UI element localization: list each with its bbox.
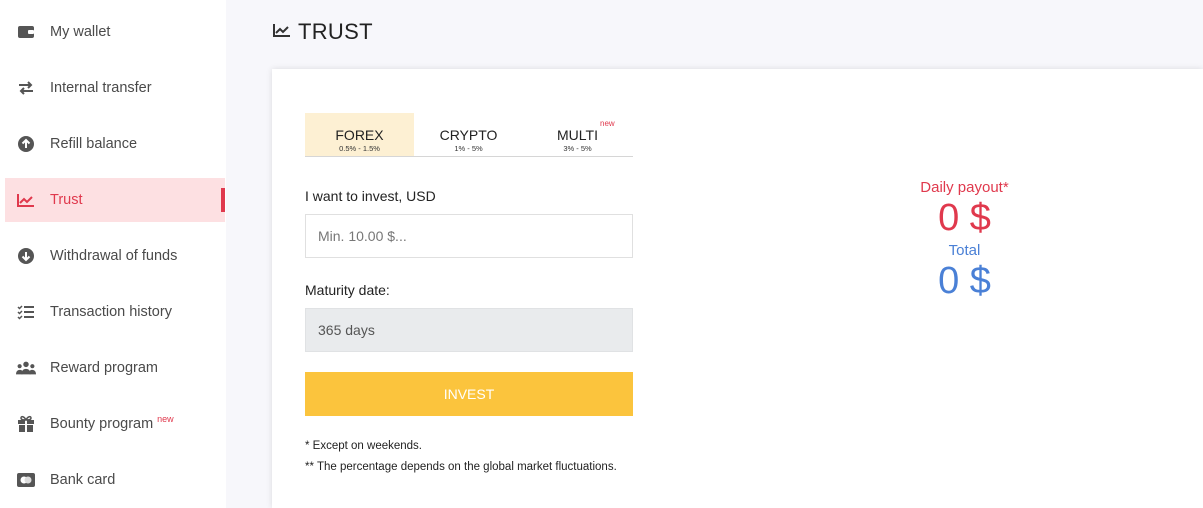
sidebar-item-bounty-program[interactable]: Bounty program new: [5, 402, 225, 446]
tab-crypto[interactable]: CRYPTO 1% - 5%: [414, 113, 523, 156]
arrow-down-circle-icon: [16, 247, 36, 265]
invest-amount-input[interactable]: [305, 214, 633, 258]
daily-payout-label: Daily payout*: [920, 179, 1009, 196]
tab-multi[interactable]: MULTI 3% - 5% new: [523, 113, 632, 156]
percentage-note: ** The percentage depends on the global …: [305, 461, 617, 473]
tab-forex[interactable]: FOREX 0.5% - 1.5%: [305, 113, 414, 156]
tab-name: CRYPTO: [439, 127, 498, 143]
sidebar-item-label: Internal transfer: [50, 80, 152, 96]
sidebar-item-bank-card[interactable]: Bank card: [5, 458, 225, 502]
sidebar-item-label: My wallet: [50, 24, 111, 40]
page-title-text: TRUST: [298, 19, 373, 44]
sidebar-item-internal-transfer[interactable]: Internal transfer: [5, 66, 225, 110]
new-badge: new: [600, 119, 615, 128]
users-icon: [16, 359, 36, 377]
payout-summary: Daily payout* 0 $ Total 0 $: [872, 179, 1057, 301]
sidebar-item-transaction-history[interactable]: Transaction history: [5, 290, 225, 334]
list-check-icon: [16, 303, 36, 321]
chart-line-icon: [272, 22, 292, 43]
sidebar-item-label: Trust: [50, 192, 83, 208]
transfer-arrows-icon: [16, 79, 36, 97]
tab-name: FOREX: [335, 127, 384, 143]
sidebar-item-label: Bank card: [50, 472, 116, 488]
sidebar-item-trust[interactable]: Trust: [5, 178, 225, 222]
sidebar-item-label: Transaction history: [50, 304, 172, 320]
invest-button[interactable]: INVEST: [305, 372, 633, 416]
sidebar-item-my-wallet[interactable]: My wallet: [5, 10, 225, 54]
total-label: Total: [948, 242, 981, 259]
sidebar-item-withdrawal[interactable]: Withdrawal of funds: [5, 234, 225, 278]
tab-range: 0.5% - 1.5%: [339, 144, 380, 153]
gift-icon: [16, 415, 36, 433]
card-icon: [16, 471, 36, 489]
arrow-up-circle-icon: [16, 135, 36, 153]
plan-tabs: FOREX 0.5% - 1.5% CRYPTO 1% - 5% MULTI 3…: [305, 113, 633, 157]
sidebar-item-reward-program[interactable]: Reward program: [5, 346, 225, 390]
sidebar-item-label: Refill balance: [50, 136, 138, 152]
trust-card: FOREX 0.5% - 1.5% CRYPTO 1% - 5% MULTI 3…: [272, 69, 1203, 508]
sidebar-item-refill-balance[interactable]: Refill balance: [5, 122, 225, 166]
daily-payout-value: 0 $: [938, 197, 991, 239]
sidebar-item-label: Bounty program new: [50, 414, 174, 432]
total-value: 0 $: [938, 260, 991, 302]
page-title: TRUST: [272, 19, 373, 45]
wallet-icon: [16, 23, 36, 41]
invest-amount-label: I want to invest, USD: [305, 188, 436, 204]
tab-name: MULTI: [557, 127, 598, 143]
maturity-date-label: Maturity date:: [305, 282, 390, 298]
new-badge: new: [157, 414, 174, 424]
tab-range: 3% - 5%: [563, 144, 592, 153]
chart-line-icon: [16, 191, 36, 209]
sidebar-item-label: Withdrawal of funds: [50, 248, 178, 264]
tab-range: 1% - 5%: [454, 144, 483, 153]
sidebar-item-label: Reward program: [50, 360, 158, 376]
sidebar: My wallet Internal transfer Refill balan…: [0, 0, 226, 508]
weekend-note: * Except on weekends.: [305, 440, 422, 452]
maturity-date-field: [305, 308, 633, 352]
